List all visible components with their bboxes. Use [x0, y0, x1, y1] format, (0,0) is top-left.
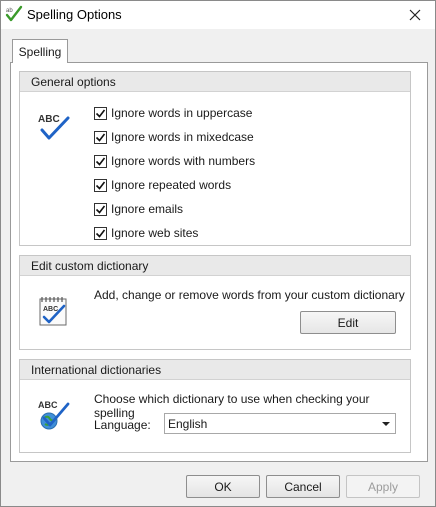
check-icon	[95, 205, 106, 214]
group-header: Edit custom dictionary	[20, 256, 410, 276]
option-label: Ignore emails	[111, 202, 184, 216]
tab-label: Spelling	[18, 44, 62, 59]
language-select[interactable]: English	[164, 413, 396, 434]
close-icon	[409, 9, 421, 21]
svg-text:ABC: ABC	[38, 400, 58, 410]
tab-spelling[interactable]: Spelling	[12, 39, 68, 63]
checkbox[interactable]	[94, 178, 107, 192]
option-ignore-numbers[interactable]: Ignore words with numbers	[94, 152, 255, 170]
language-label: Language:	[94, 418, 151, 432]
window-title: Spelling Options	[27, 7, 122, 22]
spelling-options-dialog: ab Spelling Options Spelling General opt…	[0, 0, 436, 507]
custom-dictionary-group: Edit custom dictionary ABC Add, change o…	[19, 255, 411, 350]
checkbox[interactable]	[94, 202, 107, 216]
option-label: Ignore words with numbers	[111, 154, 256, 168]
ok-button[interactable]: OK	[186, 475, 260, 498]
check-icon	[95, 109, 106, 118]
option-label: Ignore repeated words	[111, 178, 232, 192]
close-button[interactable]	[395, 1, 435, 29]
edit-dictionary-button[interactable]: Edit	[300, 311, 396, 334]
language-value: English	[168, 416, 208, 431]
option-ignore-mixedcase[interactable]: Ignore words in mixedcase	[94, 128, 254, 146]
option-ignore-uppercase[interactable]: Ignore words in uppercase	[94, 104, 252, 122]
option-ignore-repeated[interactable]: Ignore repeated words	[94, 176, 231, 194]
custom-dictionary-description: Add, change or remove words from your cu…	[94, 288, 405, 302]
cancel-button[interactable]: Cancel	[266, 475, 340, 498]
svg-text:ABC: ABC	[38, 114, 60, 125]
checkbox[interactable]	[94, 130, 107, 144]
option-label: Ignore words in mixedcase	[111, 130, 254, 144]
spell-check-icon: ab	[5, 5, 23, 23]
option-ignore-websites[interactable]: Ignore web sites	[94, 224, 198, 242]
svg-text:ab: ab	[6, 8, 13, 14]
spelling-tab-panel: General options ABC Ignore words in uppe…	[10, 62, 428, 462]
group-header: International dictionaries	[20, 360, 410, 380]
checkbox[interactable]	[94, 154, 107, 168]
option-ignore-emails[interactable]: Ignore emails	[94, 200, 183, 218]
international-dictionaries-group: International dictionaries ABC Choose wh…	[19, 359, 411, 453]
check-icon	[95, 133, 106, 142]
group-header: General options	[20, 72, 410, 92]
checkbox[interactable]	[94, 226, 107, 240]
svg-text:ABC: ABC	[43, 306, 58, 313]
title-bar: ab Spelling Options	[1, 1, 435, 29]
abc-globe-icon: ABC	[36, 396, 72, 432]
chevron-down-icon	[382, 422, 390, 426]
option-label: Ignore words in uppercase	[111, 106, 253, 120]
check-icon	[95, 181, 106, 190]
checkbox[interactable]	[94, 106, 107, 120]
check-icon	[95, 157, 106, 166]
option-label: Ignore web sites	[111, 226, 199, 240]
abc-check-icon: ABC	[36, 108, 72, 144]
apply-button[interactable]: Apply	[346, 475, 420, 498]
check-icon	[95, 229, 106, 238]
general-options-group: General options ABC Ignore words in uppe…	[19, 71, 411, 246]
notebook-abc-icon: ABC	[36, 293, 72, 329]
